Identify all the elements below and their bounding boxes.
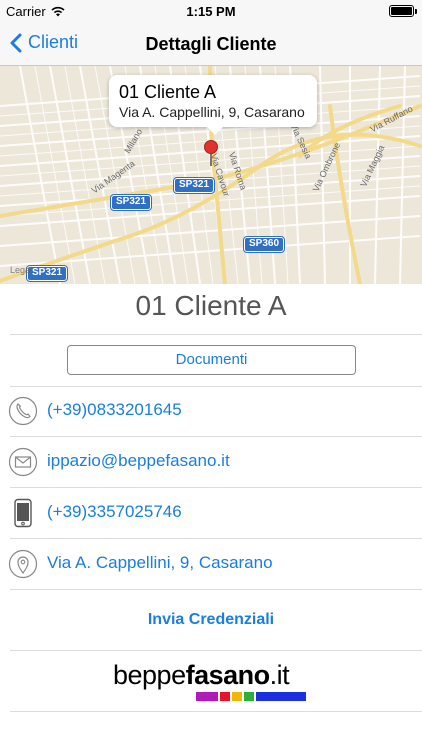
divider: [10, 334, 422, 335]
phone-row[interactable]: (+39)0833201645: [0, 386, 422, 436]
logo-color-segment: [232, 692, 242, 701]
mobile-row[interactable]: (+39)3357025746: [0, 488, 422, 538]
mobile-number[interactable]: (+39)3357025746: [47, 502, 182, 522]
navigation-bar: Clienti Dettagli Cliente: [0, 22, 422, 66]
phone-icon: [8, 396, 38, 426]
location-marker-icon: [8, 549, 38, 579]
send-credentials-button[interactable]: Invia Credenziali: [0, 611, 422, 629]
documents-button[interactable]: Documenti: [67, 345, 356, 375]
road-badge: SP321: [25, 265, 69, 282]
address-text[interactable]: Via A. Cappellini, 9, Casarano: [47, 553, 273, 573]
beppefasano-logo: beppefasano.it: [113, 660, 313, 701]
divider: [10, 711, 422, 712]
logo-text-bold: fasano: [185, 660, 271, 690]
map-legal-link[interactable]: Legal: [10, 265, 32, 275]
logo-color-segment: [256, 692, 306, 701]
client-name: 01 Cliente A: [135, 290, 287, 321]
email-row[interactable]: ippazio@beppefasano.it: [0, 437, 422, 487]
pin-stem: [210, 152, 212, 166]
callout-title: 01 Cliente A: [119, 82, 217, 102]
battery-level: [391, 7, 412, 15]
divider: [10, 650, 422, 651]
logo-text-suffix: .it: [269, 660, 290, 690]
callout-subtitle: Via A. Cappellini, 9, Casarano: [119, 104, 305, 120]
map-callout[interactable]: 01 Cliente A Via A. Cappellini, 9, Casar…: [109, 75, 317, 135]
phone-number[interactable]: (+39)0833201645: [47, 400, 182, 420]
logo-text-regular: beppe: [113, 660, 186, 690]
divider: [10, 589, 422, 590]
logo-color-segment: [196, 692, 218, 701]
location-pin-icon[interactable]: [204, 140, 218, 154]
logo-color-bar: [196, 692, 313, 701]
battery-icon: [389, 5, 417, 17]
mobile-phone-icon: [14, 498, 32, 528]
logo-color-segment: [244, 692, 254, 701]
address-row[interactable]: Via A. Cappellini, 9, Casarano: [0, 539, 422, 589]
status-bar: Carrier 1:15 PM: [0, 0, 422, 22]
road-badge: SP360: [242, 236, 286, 253]
map-view[interactable]: Via Ruffano Via Magenta Milano Via Roma …: [0, 66, 422, 284]
mail-icon: [8, 447, 38, 477]
road-badge: SP321: [172, 177, 216, 194]
email-address[interactable]: ippazio@beppefasano.it: [47, 451, 230, 471]
clock: 1:15 PM: [186, 4, 236, 19]
logo-color-segment: [220, 692, 230, 701]
page-title: Dettagli Cliente: [145, 34, 277, 54]
road-badge: SP321: [109, 194, 153, 211]
